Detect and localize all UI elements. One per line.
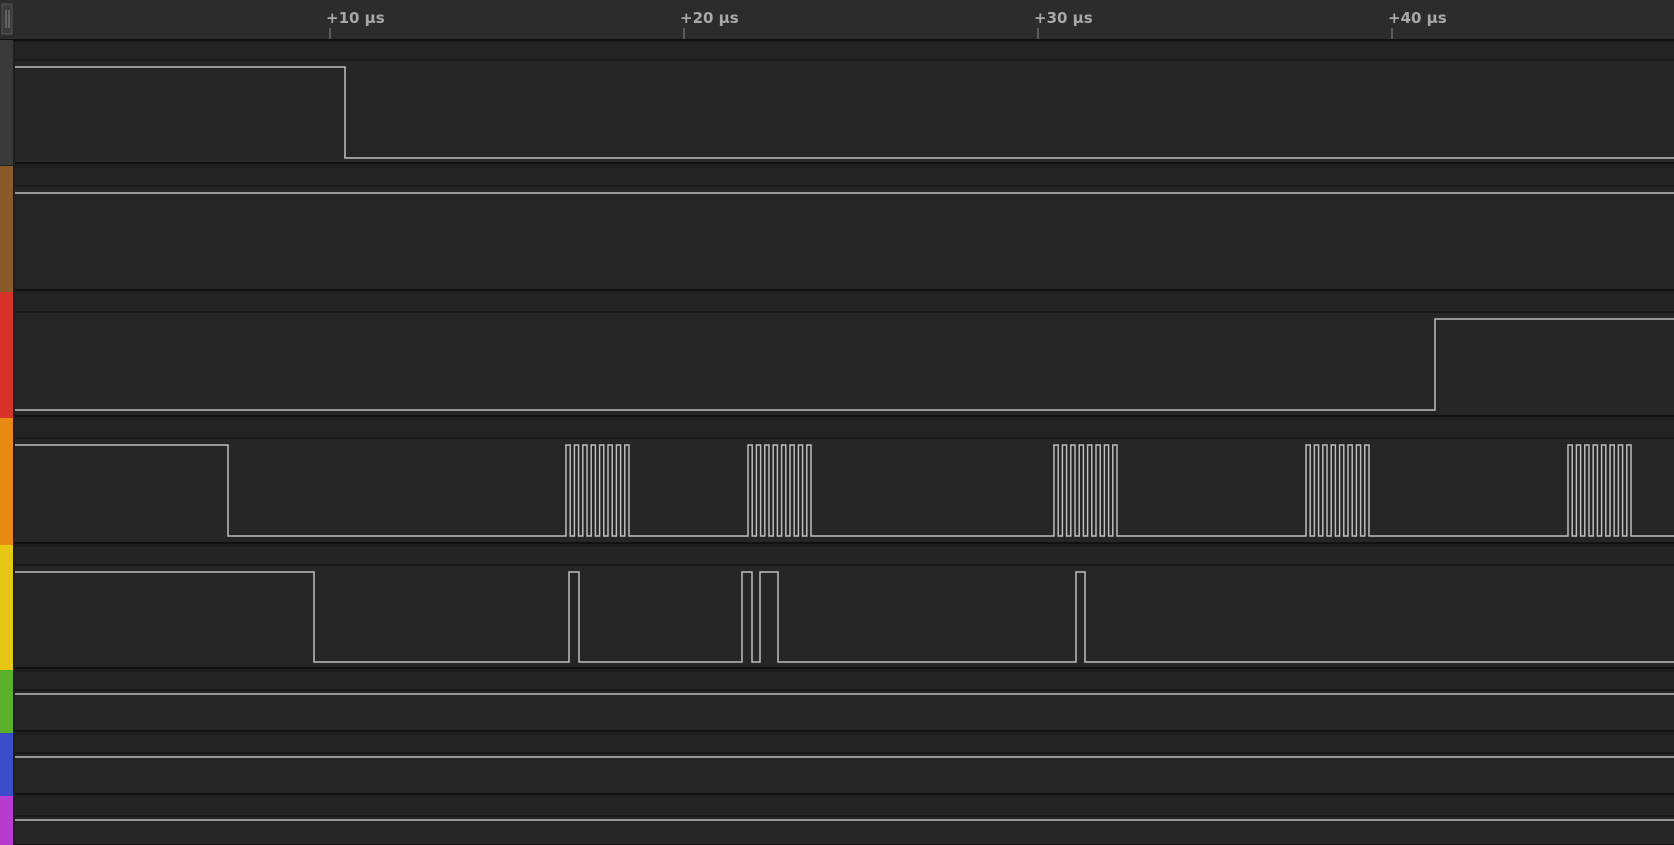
channel-track[interactable] <box>15 61 1674 163</box>
channel-header-strip <box>15 420 1674 438</box>
channel-track[interactable] <box>15 439 1674 543</box>
channel-header-strip <box>15 294 1674 312</box>
ruler-handle[interactable] <box>1 3 13 35</box>
channel-0[interactable] <box>0 40 1674 165</box>
channel-6[interactable] <box>0 733 1674 796</box>
channel-header-strip <box>15 42 1674 60</box>
channel-track[interactable] <box>15 754 1674 794</box>
channel-header-strip <box>15 798 1674 816</box>
channel-track[interactable] <box>15 691 1674 731</box>
channel-color-bar[interactable] <box>0 40 13 165</box>
ruler-tick-label: +20 µs <box>680 9 739 27</box>
channel-2[interactable] <box>0 292 1674 418</box>
ruler-tick-label: +30 µs <box>1034 9 1093 27</box>
ruler-tick-label: +10 µs <box>326 9 385 27</box>
channel-1[interactable] <box>0 166 1674 292</box>
logic-analyzer-view[interactable]: +10 µs +20 µs +30 µs +40 µs 0x400xB00x100x0… <box>0 0 1674 845</box>
channel-header-strip <box>15 735 1674 753</box>
channel-header-strip <box>15 672 1674 690</box>
channel-header-strip <box>15 168 1674 186</box>
channel-color-bar[interactable] <box>0 670 13 733</box>
channel-color-bar[interactable] <box>0 166 13 292</box>
channel-color-bar[interactable] <box>0 733 13 796</box>
channel-track[interactable] <box>15 566 1674 668</box>
channel-track[interactable] <box>15 313 1674 416</box>
channel-track[interactable] <box>15 817 1674 845</box>
channel-track[interactable] <box>15 187 1674 290</box>
ruler-tick-label: +40 µs <box>1388 9 1447 27</box>
channel-color-bar[interactable] <box>0 545 13 670</box>
time-ruler[interactable]: +10 µs +20 µs +30 µs +40 µs <box>0 0 1674 41</box>
channel-color-bar[interactable] <box>0 418 13 545</box>
channel-color-bar[interactable] <box>0 796 13 845</box>
channel-5[interactable] <box>0 670 1674 733</box>
channel-header-strip <box>15 547 1674 565</box>
channel-4[interactable] <box>0 545 1674 670</box>
channel-color-bar[interactable] <box>0 292 13 418</box>
channel-3[interactable]: 0x400xB00x100x000x00 <box>0 418 1674 564</box>
channel-7[interactable] <box>0 796 1674 845</box>
